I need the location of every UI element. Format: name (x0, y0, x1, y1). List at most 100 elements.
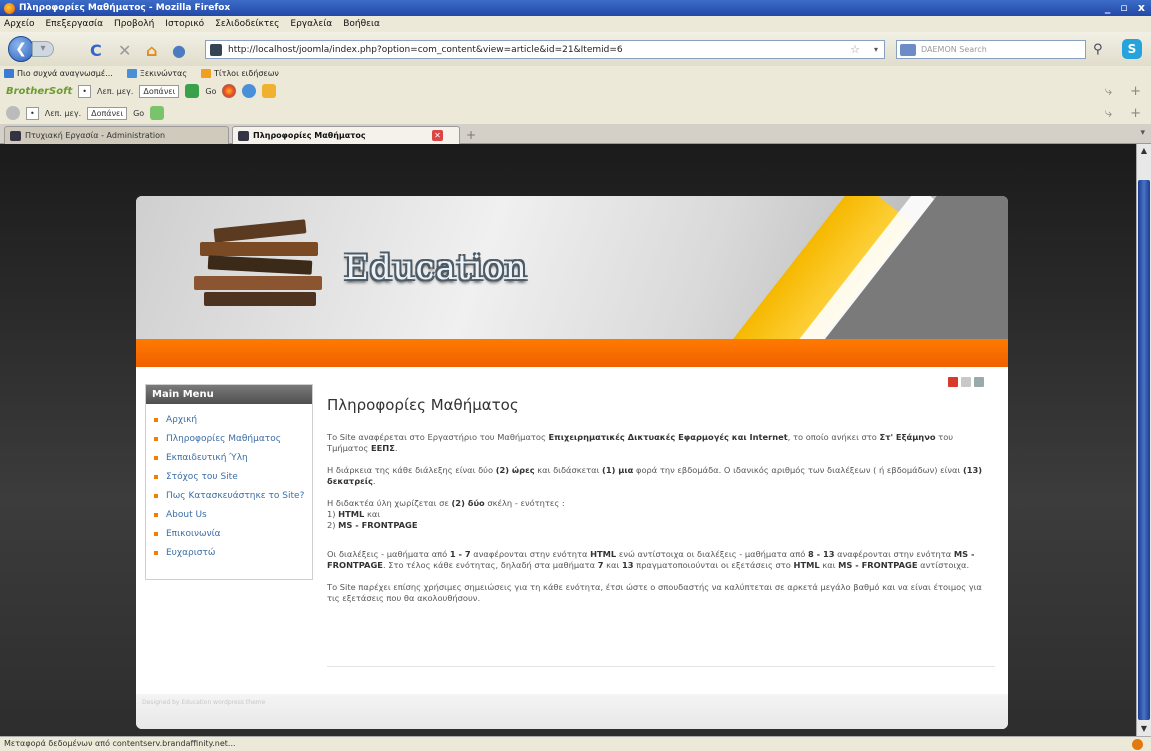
wrench-icon[interactable]: ⤷ (1105, 106, 1112, 121)
new-tab-button[interactable]: + (466, 128, 476, 142)
close-tab-icon[interactable]: ✕ (432, 130, 443, 141)
bookmark-label: Ξεκινώντας (139, 68, 188, 78)
bookmark-most-visited[interactable]: Πιο συχνά αναγνωσμέ... (4, 68, 113, 78)
status-text: Μεταφορά δεδομένων από contentserv.brand… (4, 739, 236, 748)
search-icon[interactable]: ⚲ (1093, 42, 1103, 57)
tab-label: Πτυχιακή Εργασία - Administration (25, 131, 166, 140)
globe-icon[interactable]: ● (172, 41, 186, 60)
chrome-icon[interactable] (222, 84, 237, 98)
close-button[interactable]: x (1138, 1, 1145, 14)
firefox-icon (4, 2, 15, 14)
back-button[interactable]: ❮ (8, 36, 34, 62)
article-title: Πληροφορίες Μαθήματος (327, 396, 519, 414)
main-menu: Main Menu Αρχική Πληροφορίες Μαθήματος Ε… (145, 384, 313, 580)
search-engine-icon[interactable] (900, 44, 916, 56)
main-menu-heading: Main Menu (146, 385, 312, 404)
site-banner: Education (136, 196, 1008, 339)
rss-icon (201, 68, 212, 78)
search-placeholder: DAEMON Search (921, 45, 987, 54)
article-tools (948, 377, 984, 387)
menu-bookmarks[interactable]: Σελιδοδείκτες (215, 19, 279, 29)
menu-item-site-goal[interactable]: Στόχος του Site (152, 471, 306, 483)
article-paragraph: Η διάρκεια της κάθε διάλεξης είναι δύο (… (327, 465, 983, 486)
bookmarks-toolbar: Πιο συχνά αναγνωσμέ... Ξεκινώντας Τίτλοι… (0, 66, 1151, 80)
site-favicon (210, 43, 222, 56)
menu-view[interactable]: Προβολή (114, 19, 154, 29)
home-icon[interactable]: ⌂ (146, 41, 157, 60)
status-bar: Μεταφορά δεδομένων από contentserv.brand… (0, 736, 1151, 751)
navigation-toolbar: ❮ ▾ C ✕ ⌂ ● http://localhost/joomla/inde… (0, 32, 1151, 66)
stop-icon[interactable]: ✕ (118, 41, 131, 60)
url-dropdown-icon[interactable]: ▾ (874, 45, 878, 54)
toolbar-font-label: Λεπ. μεγ. (96, 86, 134, 96)
forward-button[interactable]: ▾ (32, 41, 54, 57)
menu-history[interactable]: Ιστορικό (165, 19, 204, 29)
toolbar-search-field[interactable]: • (26, 106, 39, 120)
site-container: Education Main Menu Αρχική Πληροφορίες Μ… (136, 196, 1008, 729)
menu-item-about-us[interactable]: About Us (152, 509, 306, 521)
bookmark-label: Πιο συχνά αναγνωσμέ... (17, 68, 113, 78)
site-footer: Designed by Education wordpress theme (136, 694, 1008, 729)
article-paragraph: Οι διαλέξεις - μαθήματα από 1 - 7 αναφέρ… (327, 549, 975, 570)
menu-item-course-info[interactable]: Πληροφορίες Μαθήματος (152, 433, 306, 445)
reload-icon[interactable]: C (90, 41, 102, 60)
bookmark-folder-icon (4, 68, 14, 78)
menu-item-educational-material[interactable]: Εκπαιδευτική Ύλη (152, 452, 306, 464)
footer-credit: Designed by Education wordpress theme (142, 699, 266, 706)
print-icon[interactable] (961, 377, 971, 387)
brothersoft-logo[interactable]: BrotherSoft (6, 86, 72, 97)
tab-list-dropdown-icon[interactable]: ▾ (1140, 128, 1145, 138)
address-bar[interactable]: http://localhost/joomla/index.php?option… (205, 40, 885, 59)
toolbar-right-tools: ⤷ + (1105, 106, 1141, 121)
go-icon[interactable] (185, 84, 200, 98)
bookmark-headlines[interactable]: Τίτλοι ειδήσεων (201, 68, 279, 78)
menu-item-thanks[interactable]: Ευχαριστώ (152, 547, 306, 559)
menu-tools[interactable]: Εργαλεία (290, 19, 332, 29)
email-icon[interactable] (974, 377, 984, 387)
window-controls: _ ▫ x (1105, 1, 1145, 14)
toolbar-select[interactable]: Δοπάνει (87, 106, 128, 120)
scroll-up-icon[interactable]: ▲ (1137, 144, 1151, 158)
wrench-icon[interactable]: ⤷ (1105, 84, 1112, 99)
menubar: Αρχείο Επεξεργασία Προβολή Ιστορικό Σελι… (0, 16, 1151, 32)
article-paragraph: Το Site παρέχει επίσης χρήσιμες σημειώσε… (327, 582, 982, 603)
scrollbar-thumb[interactable] (1138, 180, 1150, 720)
maximize-button[interactable]: ▫ (1120, 1, 1127, 14)
menu-item-how-built[interactable]: Πως Κατασκευάστηκε το Site? (152, 490, 306, 502)
bookmark-label: Τίτλοι ειδήσεων (214, 68, 279, 78)
vertical-scrollbar[interactable]: ▲ ▼ (1136, 144, 1151, 736)
tab-strip: Πτυχιακή Εργασία - Administration Πληροφ… (0, 124, 1151, 144)
messenger-icon[interactable] (242, 84, 257, 98)
toolbar-select[interactable]: Δοπάνει (139, 84, 180, 98)
article-body: Το Site αναφέρεται στο Εργαστήριο του Μα… (327, 432, 995, 615)
plus-icon[interactable]: + (1130, 84, 1141, 99)
bookmark-getting-started[interactable]: Ξεκινώντας (126, 68, 188, 78)
scroll-down-icon[interactable]: ▼ (1137, 722, 1151, 736)
gift-icon[interactable] (262, 84, 277, 98)
status-addon-icon[interactable] (1132, 739, 1143, 750)
bookmark-star-icon[interactable]: ☆ (850, 43, 860, 56)
menu-item-home[interactable]: Αρχική (152, 414, 306, 426)
menu-help[interactable]: Βοήθεια (343, 19, 380, 29)
pdf-icon[interactable] (948, 377, 958, 387)
minimize-button[interactable]: _ (1105, 1, 1111, 14)
menu-item-contact[interactable]: Επικοινωνία (152, 528, 306, 540)
toolbar-search-field[interactable]: • (78, 84, 91, 98)
main-menu-list: Αρχική Πληροφορίες Μαθήματος Εκπαιδευτικ… (146, 404, 312, 559)
plus-icon[interactable]: + (1130, 106, 1141, 121)
menu-file[interactable]: Αρχείο (4, 19, 35, 29)
tab-course-info[interactable]: Πληροφορίες Μαθήματος ✕ (232, 126, 460, 144)
addon-logo-icon[interactable] (6, 106, 20, 120)
skype-icon[interactable]: S (1122, 39, 1142, 59)
joomla-favicon (10, 130, 21, 141)
search-input[interactable]: DAEMON Search (896, 40, 1086, 59)
go-label[interactable]: Go (205, 87, 216, 96)
menu-edit[interactable]: Επεξεργασία (46, 19, 104, 29)
joomla-favicon (238, 130, 249, 141)
toolbar-font-label: Λεπ. μεγ. (44, 108, 82, 118)
banner-title: Education (344, 248, 528, 288)
tab-administration[interactable]: Πτυχιακή Εργασία - Administration (4, 126, 229, 144)
page-icon (126, 68, 137, 78)
go-label[interactable]: Go (133, 109, 144, 118)
addon-icon[interactable] (150, 106, 165, 120)
